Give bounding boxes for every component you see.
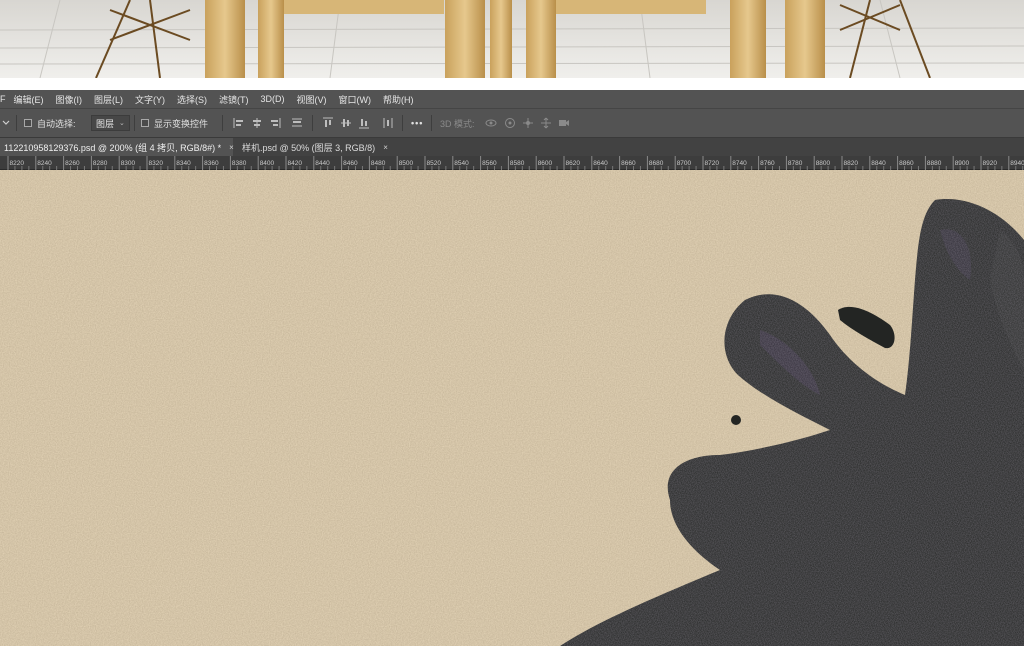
separator <box>0 78 1024 90</box>
ruler-tick-label: 8920 <box>983 160 998 167</box>
align-top-icon[interactable] <box>322 117 334 129</box>
ruler-tick-label: 8340 <box>176 160 191 167</box>
tab-document-mockup[interactable]: 样机.psd @ 50% (图层 3, RGB/8) × <box>238 138 390 156</box>
show-transform-label: 显示变换控件 <box>154 118 209 129</box>
menu-bar: F 编辑(E) 图像(I) 图层(L) 文字(Y) 选择(S) 滤镜(T) 3D… <box>0 90 1024 108</box>
ruler-tick-label: 8220 <box>10 160 25 167</box>
align-center-icon[interactable] <box>251 117 263 129</box>
ruler-tick-label: 8780 <box>788 160 803 167</box>
ruler-tick-label: 8600 <box>538 160 553 167</box>
mode-3d-label: 3D 模式: <box>440 118 475 129</box>
menu-item-window[interactable]: 窗口(W) <box>339 93 372 106</box>
ruler-tick-label: 8840 <box>871 160 886 167</box>
ruler-ticks: 8220 8240 8260 8280 8300 8320 8340 8360 8380 8400… <box>7 156 1024 170</box>
canvas-artwork <box>0 170 1024 646</box>
tab-label: 样机.psd @ 50% (图层 3, RGB/8) <box>242 142 376 153</box>
ruler-tick-label: 8900 <box>955 160 970 167</box>
ruler-tick-label: 8560 <box>482 160 497 167</box>
ruler-tick-label: 8400 <box>260 160 275 167</box>
divider <box>222 115 223 131</box>
divider <box>431 115 432 131</box>
auto-select-checkbox[interactable]: 自动选择: <box>24 109 76 137</box>
orbit-icon[interactable] <box>485 117 497 129</box>
auto-select-label: 自动选择: <box>37 118 76 129</box>
ruler-tick-label: 8940 <box>1010 160 1024 167</box>
divider <box>402 115 403 131</box>
ruler-tick-label: 8380 <box>232 160 247 167</box>
document-canvas[interactable] <box>0 170 1024 646</box>
align-justify-icon[interactable] <box>291 117 303 129</box>
menu-item-filter[interactable]: 滤镜(T) <box>219 93 249 106</box>
options-bar: 自动选择: 图层 ⌄ 显示变换控件 ••• 3D 模式: <box>0 108 1024 138</box>
ruler-tick-label: 8240 <box>37 160 52 167</box>
pan-icon[interactable] <box>522 117 534 129</box>
ruler-tick-label: 8620 <box>566 160 581 167</box>
menu-item-edit[interactable]: 编辑(E) <box>14 93 44 106</box>
slide-icon[interactable] <box>540 117 552 129</box>
chevron-down-icon: ⌄ <box>119 120 125 127</box>
ruler-tick-label: 8440 <box>315 160 330 167</box>
divider <box>312 115 313 131</box>
divider <box>16 115 17 131</box>
menu-item-image[interactable]: 图像(I) <box>56 93 83 106</box>
menu-item-3d[interactable]: 3D(D) <box>261 94 285 104</box>
ruler-tick-label: 8680 <box>649 160 664 167</box>
align-left-icon[interactable] <box>233 117 245 129</box>
ruler-tick-label: 8640 <box>593 160 608 167</box>
menu-item-file[interactable]: F <box>0 94 6 104</box>
furniture-photo <box>0 0 1024 78</box>
ruler-tick-label: 8300 <box>121 160 136 167</box>
menu-item-type[interactable]: 文字(Y) <box>135 93 165 106</box>
tool-preset-dropdown[interactable] <box>2 109 10 137</box>
chevron-down-icon <box>2 120 10 125</box>
ruler-tick-label: 8540 <box>454 160 469 167</box>
ruler-tick-label: 8660 <box>621 160 636 167</box>
menu-item-view[interactable]: 视图(V) <box>297 93 327 106</box>
ruler-tick-label: 8480 <box>371 160 386 167</box>
ruler-tick-label: 8740 <box>732 160 747 167</box>
tab-label: 112210958129376.psd @ 200% (组 4 拷贝, RGB/… <box>4 142 222 153</box>
roll-icon[interactable] <box>504 117 516 129</box>
tab-document-active[interactable]: 112210958129376.psd @ 200% (组 4 拷贝, RGB/… <box>0 138 234 156</box>
ruler-tick-label: 8280 <box>93 160 108 167</box>
ruler-tick-label: 8360 <box>204 160 219 167</box>
ruler-tick-label: 8500 <box>399 160 414 167</box>
ruler-tick-label: 8320 <box>149 160 164 167</box>
ruler-tick-label: 8800 <box>816 160 831 167</box>
ruler-tick-label: 8720 <box>705 160 720 167</box>
align-middle-icon[interactable] <box>340 117 352 129</box>
ruler-tick-label: 8820 <box>844 160 859 167</box>
auto-select-dropdown[interactable]: 图层 ⌄ <box>91 109 130 137</box>
menu-item-layer[interactable]: 图层(L) <box>94 93 123 106</box>
horizontal-ruler: 8220 8240 8260 8280 8300 8320 8340 8360 8380 8400… <box>0 156 1024 170</box>
distribute-icon[interactable] <box>382 117 394 129</box>
show-transform-checkbox[interactable]: 显示变换控件 <box>141 109 208 137</box>
align-right-icon[interactable] <box>269 117 281 129</box>
ruler-tick-label: 8700 <box>677 160 692 167</box>
ruler-tick-label: 8580 <box>510 160 525 167</box>
ruler-tick-label: 8760 <box>760 160 775 167</box>
ruler-tick-label: 8520 <box>427 160 442 167</box>
checkbox-box[interactable] <box>141 119 149 127</box>
document-tab-bar: 112210958129376.psd @ 200% (组 4 拷贝, RGB/… <box>0 138 1024 156</box>
divider <box>134 115 135 131</box>
auto-select-value: 图层 <box>96 118 115 129</box>
close-icon[interactable]: × <box>383 143 388 152</box>
ruler-tick-label: 8880 <box>927 160 942 167</box>
more-options-button[interactable]: ••• <box>411 109 423 137</box>
scale-camera-icon[interactable] <box>558 117 570 129</box>
ruler-tick-label: 8420 <box>288 160 303 167</box>
menu-item-help[interactable]: 帮助(H) <box>383 93 414 106</box>
align-bottom-icon[interactable] <box>358 117 370 129</box>
menu-item-select[interactable]: 选择(S) <box>177 93 207 106</box>
ruler-tick-label: 8860 <box>899 160 914 167</box>
close-icon[interactable]: × <box>229 143 234 152</box>
ruler-tick-label: 8460 <box>343 160 358 167</box>
background-photo <box>0 0 1024 78</box>
ruler-tick-label: 8260 <box>65 160 80 167</box>
checkbox-box[interactable] <box>24 119 32 127</box>
